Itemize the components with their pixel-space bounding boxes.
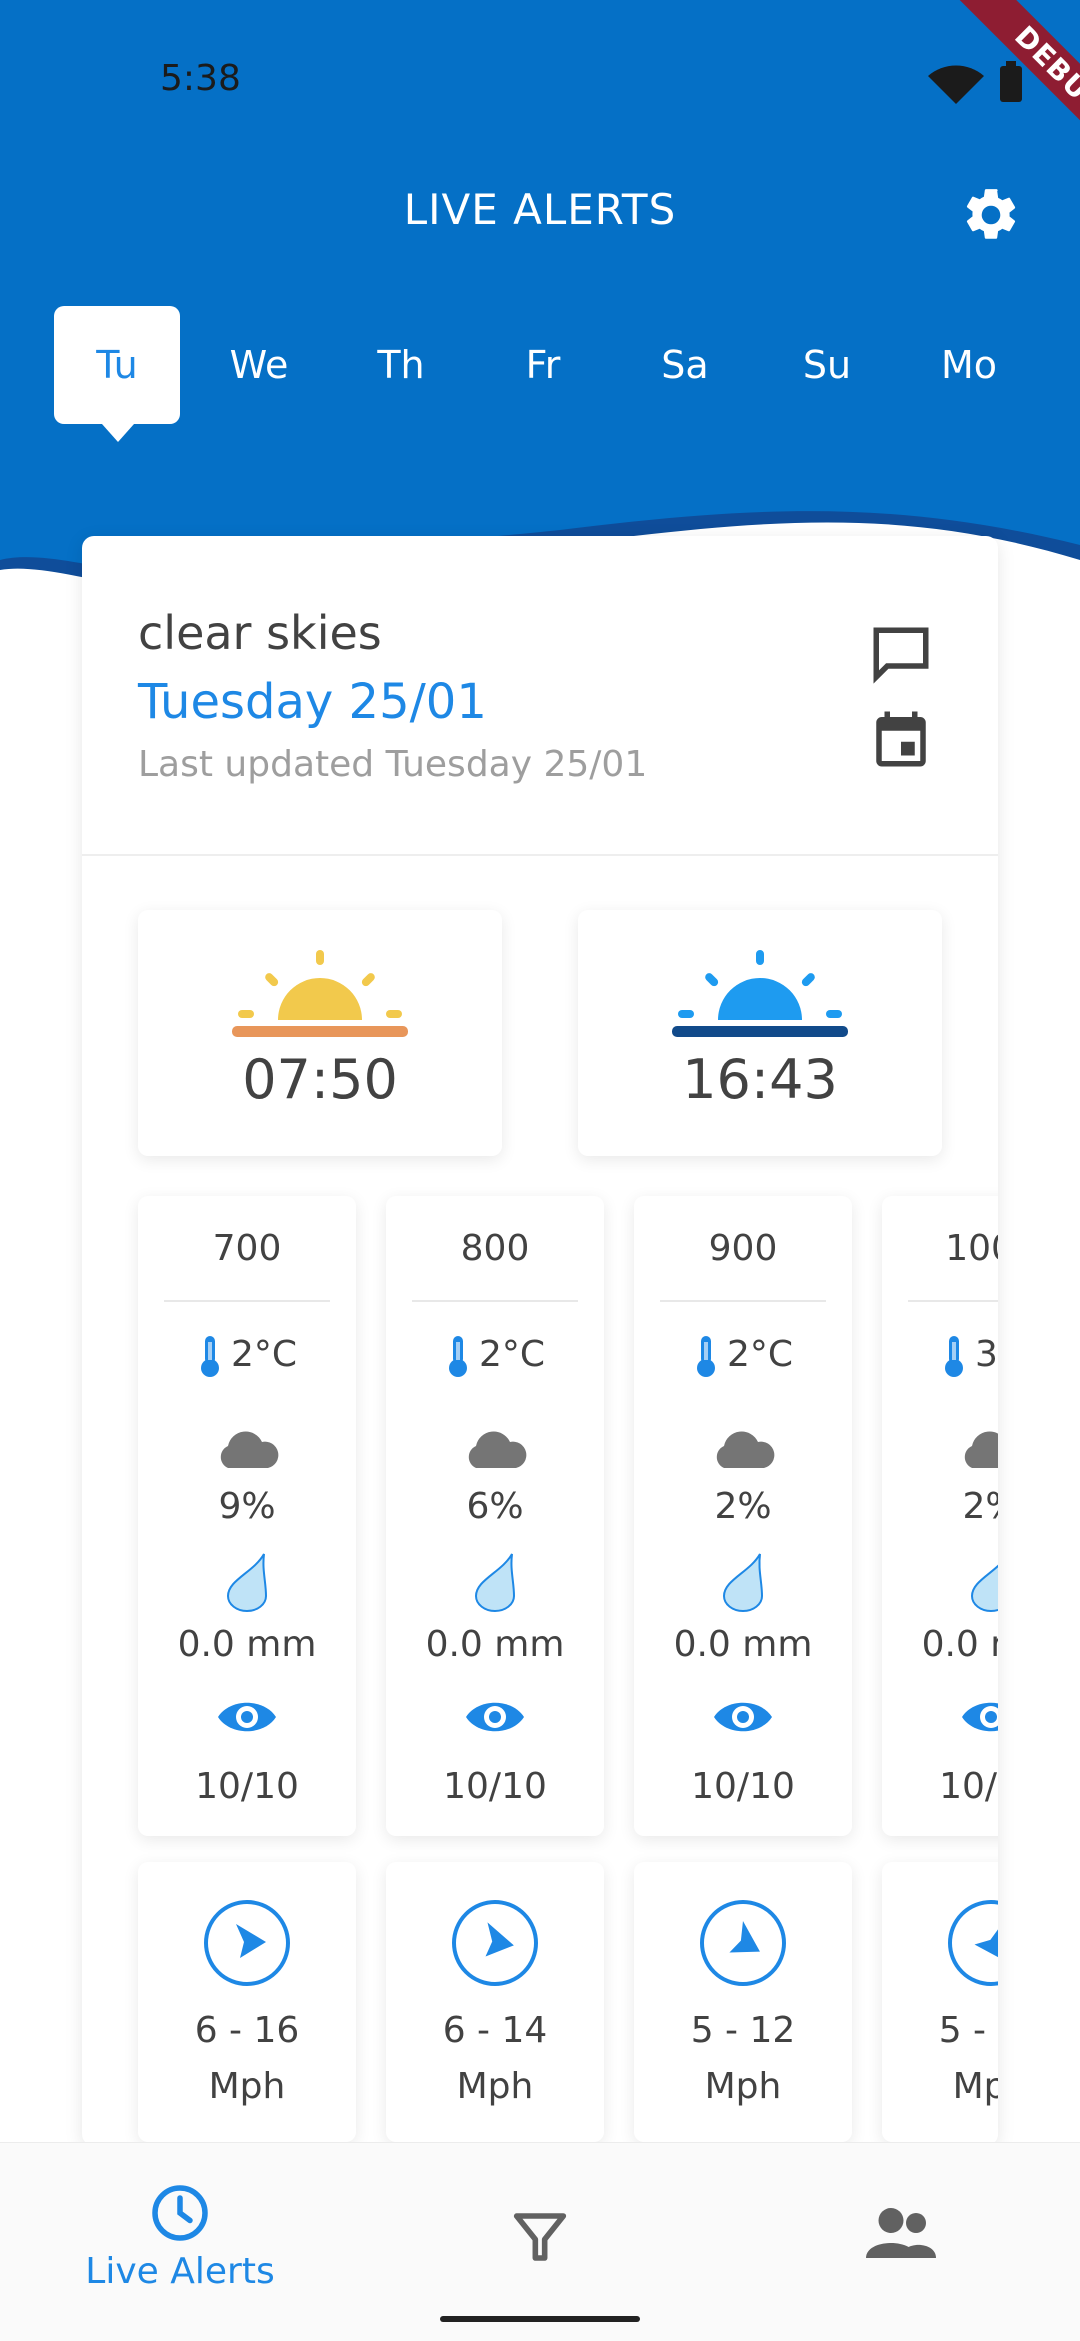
divider (412, 1300, 578, 1302)
wind-card[interactable]: 6 - 16 Mph (138, 1862, 356, 2142)
thermometer-icon (448, 1336, 467, 1377)
forecast-card: clear skies Tuesday 25/01 Last updated T… (82, 536, 998, 2146)
wind-direction-icon (204, 1900, 290, 1986)
nav-live-alerts-label: Live Alerts (85, 2251, 275, 2292)
debug-banner: DEBUG (900, 0, 1080, 180)
day-tab-thursday[interactable]: Th (338, 306, 464, 424)
rainfall: 0.0 mm (921, 1624, 998, 1665)
rainfall: 0.0 mm (673, 1624, 813, 1665)
hourly-card[interactable]: 1000 3°C 2% 0.0 mm 10/10 (882, 1196, 998, 1836)
sunrise-time: 07:50 (242, 1048, 398, 1111)
settings-gear-icon[interactable] (960, 184, 1022, 246)
hour-label: 700 (212, 1228, 282, 1269)
wind-unit: Mph (208, 2066, 286, 2107)
cloud-cover: 9% (218, 1486, 276, 1527)
raindrop-icon (970, 1564, 998, 1612)
hourly-card[interactable]: 800 2°C 6% 0.0 mm 10/10 (386, 1196, 604, 1836)
wind-speed-range: 5 - 12 (690, 2010, 796, 2051)
day-tab-sunday[interactable]: Su (764, 306, 890, 424)
eye-icon (714, 1702, 772, 1732)
temperature: 2°C (138, 1334, 356, 1378)
cloud-cover: 2% (962, 1486, 998, 1527)
wind-speed-range: 6 - 16 (194, 2010, 300, 2051)
sunrise-box: 07:50 (138, 910, 502, 1156)
wind-speed-range: 5 - 11 (938, 2010, 998, 2051)
wind-direction-icon (948, 1900, 998, 1986)
hour-label: 900 (708, 1228, 778, 1269)
weather-condition: clear skies (138, 606, 382, 660)
raindrop-icon (722, 1553, 764, 1612)
visibility: 10/10 (443, 1766, 547, 1807)
hour-label: 800 (460, 1228, 530, 1269)
sunset-icon (672, 950, 848, 1037)
temperature: 3°C (882, 1334, 998, 1378)
sunrise-icon (232, 950, 408, 1037)
eye-icon (466, 1702, 524, 1732)
cloud-icon (468, 1431, 527, 1468)
page-title: LIVE ALERTS (403, 185, 677, 234)
sunset-box: 16:43 (578, 910, 942, 1156)
cloud-icon (964, 1431, 998, 1468)
temperature: 2°C (386, 1334, 604, 1378)
temperature: 2°C (634, 1334, 852, 1378)
divider (908, 1300, 998, 1302)
day-tab-tuesday[interactable]: Tu (54, 306, 180, 442)
calendar-icon[interactable] (868, 706, 934, 772)
raindrop-icon (226, 1553, 268, 1612)
bottom-navigation: Live Alerts (0, 2142, 1080, 2341)
message-icon[interactable] (868, 622, 934, 688)
cloud-cover: 2% (714, 1486, 772, 1527)
status-time: 5:38 (160, 58, 241, 99)
wind-direction-icon (452, 1900, 538, 1986)
clock-icon (152, 2185, 208, 2241)
raindrop-icon (474, 1553, 516, 1612)
thermometer-icon (200, 1336, 219, 1377)
forecast-date: Tuesday 25/01 (138, 674, 487, 730)
nav-filter[interactable] (390, 2143, 690, 2283)
eye-icon (218, 1702, 276, 1732)
wind-card[interactable]: 6 - 14 Mph (386, 1862, 604, 2142)
day-tab-saturday[interactable]: Sa (622, 306, 748, 424)
cloud-icon (716, 1431, 775, 1468)
day-tab-friday[interactable]: Fr (480, 306, 606, 424)
visibility: 10/10 (939, 1766, 998, 1807)
day-tab-wednesday[interactable]: We (196, 306, 322, 424)
visibility: 10/10 (195, 1766, 299, 1807)
wind-unit: Mph (704, 2066, 782, 2107)
wind-card[interactable]: 5 - 11 Mph (882, 1862, 998, 2142)
cloud-cover: 6% (466, 1486, 524, 1527)
home-indicator[interactable] (440, 2316, 640, 2322)
wind-speed-range: 6 - 14 (442, 2010, 548, 2051)
thermometer-icon (944, 1336, 963, 1377)
last-updated-text: Last updated Tuesday 25/01 (138, 744, 648, 785)
app-header: 5:38 DEBUG LIVE ALERTS Tu We Th Fr Sa Su… (0, 0, 1080, 600)
hourly-card[interactable]: 900 2°C 2% 0.0 mm 10/10 (634, 1196, 852, 1836)
visibility: 10/10 (691, 1766, 795, 1807)
wind-unit: Mph (952, 2066, 998, 2107)
eye-icon (962, 1702, 998, 1732)
wind-direction-icon (700, 1900, 786, 1986)
rainfall: 0.0 mm (425, 1624, 565, 1665)
nav-people[interactable] (750, 2143, 1050, 2283)
wind-unit: Mph (456, 2066, 534, 2107)
divider (164, 1300, 330, 1302)
day-tab-monday[interactable]: Mo (906, 306, 1032, 424)
hourly-card[interactable]: 700 2°C 9% 0.0 mm 10/10 (138, 1196, 356, 1836)
hour-label: 1000 (945, 1228, 998, 1269)
divider (660, 1300, 826, 1302)
filter-icon (513, 2213, 567, 2261)
rainfall: 0.0 mm (177, 1624, 317, 1665)
day-selector: Tu We Th Fr Sa Su Mo (54, 306, 1014, 446)
nav-live-alerts[interactable]: Live Alerts (30, 2143, 330, 2292)
sunset-time: 16:43 (682, 1048, 838, 1111)
forecast-summary: clear skies Tuesday 25/01 Last updated T… (82, 536, 998, 856)
thermometer-icon (696, 1336, 715, 1377)
wind-card[interactable]: 5 - 12 Mph (634, 1862, 852, 2142)
people-icon (866, 2208, 936, 2258)
cloud-icon (220, 1431, 279, 1468)
